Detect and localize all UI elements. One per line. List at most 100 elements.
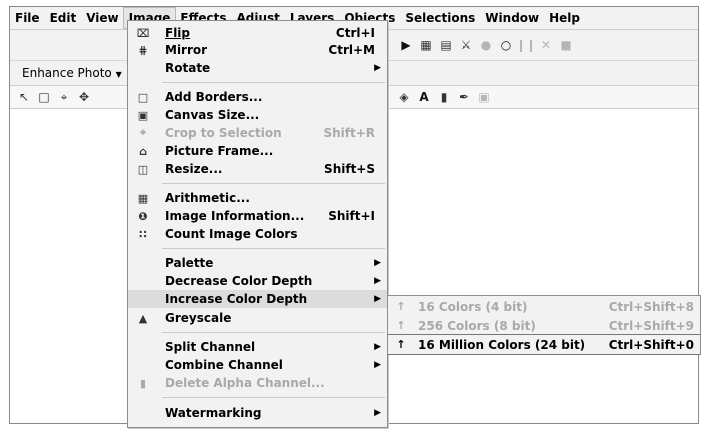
play-icon[interactable]: ▶ <box>398 37 414 53</box>
menu-item-label: Mirror <box>165 43 208 57</box>
menu-item-decrease-color-depth[interactable]: Decrease Color Depth ▶ <box>128 272 387 290</box>
enhance-photo-label: Enhance Photo <box>22 66 112 80</box>
menu-item-label: Arithmetic... <box>165 191 250 205</box>
color-depth-icon: ↑ <box>396 299 406 313</box>
brush-icon[interactable]: ✒ <box>456 89 472 105</box>
menu-item-label: Rotate <box>165 61 211 75</box>
menu-item-rotate[interactable]: Rotate ▶ <box>128 59 387 77</box>
pointer-icon[interactable]: ↖ <box>16 89 32 105</box>
menu-item-add-borders[interactable]: □ Add Borders... <box>128 88 387 106</box>
submenu-arrow-icon: ▶ <box>374 258 381 268</box>
selection-icon[interactable]: □ <box>36 89 52 105</box>
submenu-item-label: 16 Colors (4 bit) <box>418 299 528 314</box>
menu-help[interactable]: Help <box>544 8 585 28</box>
menu-item-combine-channel[interactable]: Combine Channel ▶ <box>128 356 387 374</box>
menu-item-label: Delete Alpha Channel... <box>165 376 325 390</box>
submenu-item-shortcut: Ctrl+Shift+9 <box>608 318 694 333</box>
menu-item-label: Count Image Colors <box>165 227 298 241</box>
menu-item-label: Combine Channel <box>165 358 283 372</box>
menu-item-label: Crop to Selection <box>165 126 282 140</box>
menu-item-label: Image Information... <box>165 209 305 223</box>
alpha-channel-icon: ▮ <box>139 376 147 390</box>
text-icon[interactable]: A <box>416 89 432 105</box>
menu-divider <box>162 183 385 184</box>
menu-item-label: Resize... <box>165 162 223 176</box>
submenu-arrow-icon: ▶ <box>374 342 381 352</box>
move-icon[interactable]: ✥ <box>76 89 92 105</box>
color-depth-icon: ↑ <box>396 337 406 351</box>
script-icon[interactable]: ▦ <box>418 37 434 53</box>
menu-item-split-channel[interactable]: Split Channel ▶ <box>128 338 387 356</box>
submenu-item-256-colors[interactable]: ↑ 256 Colors (8 bit) Ctrl+Shift+9 <box>388 316 700 335</box>
menu-item-label: Increase Color Depth <box>165 292 308 306</box>
menu-item-watermarking[interactable]: Watermarking ▶ <box>128 404 387 422</box>
menu-item-delete-alpha-channel[interactable]: ▮ Delete Alpha Channel... <box>128 374 387 392</box>
increase-color-depth-submenu: ↑ 16 Colors (4 bit) Ctrl+Shift+8 ↑ 256 C… <box>387 295 701 355</box>
flip-icon: ⌧ <box>136 26 150 40</box>
crop-tool-icon[interactable]: ⌖ <box>56 89 72 105</box>
cancel-icon[interactable]: ✕ <box>538 37 554 53</box>
dropdown-arrow-icon: ▼ <box>115 70 122 79</box>
menu-item-palette[interactable]: Palette ▶ <box>128 254 387 272</box>
picture-frame-icon: ⌂ <box>139 144 147 158</box>
submenu-arrow-icon: ▶ <box>374 276 381 286</box>
record-icon[interactable]: ○ <box>498 37 514 53</box>
menu-view[interactable]: View <box>81 8 123 28</box>
menu-item-shortcut: Ctrl+I <box>335 26 375 40</box>
menu-item-shortcut: Shift+R <box>323 126 375 140</box>
menu-item-label: Picture Frame... <box>165 144 274 158</box>
menu-divider <box>162 332 385 333</box>
menu-item-crop-to-selection[interactable]: ⌖ Crop to Selection Shift+R <box>128 124 387 142</box>
menu-item-resize[interactable]: ◫ Resize... Shift+S <box>128 160 387 178</box>
eraser-icon[interactable]: ▮ <box>436 89 452 105</box>
submenu-item-label: 256 Colors (8 bit) <box>418 318 536 333</box>
color-depth-icon: ↑ <box>396 318 406 332</box>
greyscale-icon: ▲ <box>138 311 148 325</box>
script-list-icon[interactable]: ▤ <box>438 37 454 53</box>
submenu-item-16-million-colors[interactable]: ↑ 16 Million Colors (24 bit) Ctrl+Shift+… <box>388 334 700 355</box>
menu-item-label: Canvas Size... <box>165 108 260 122</box>
stop-icon[interactable]: ■ <box>558 37 574 53</box>
menu-item-shortcut: Ctrl+M <box>328 43 375 57</box>
record-disabled-icon[interactable]: ● <box>478 37 494 53</box>
image-menu: ⌧ Flip Ctrl+I ⋕ Mirror Ctrl+M Rotate ▶ □… <box>127 20 388 428</box>
enhance-photo-dropdown[interactable]: Enhance Photo ▼ <box>22 65 122 81</box>
menu-divider <box>162 82 385 83</box>
menu-item-label: Add Borders... <box>165 90 263 104</box>
count-colors-icon: ∷ <box>139 227 147 241</box>
fill-icon[interactable]: ◈ <box>396 89 412 105</box>
menu-item-image-information[interactable]: ❶ Image Information... Shift+I <box>128 207 387 225</box>
pause-icon[interactable]: ❙❙ <box>516 37 536 53</box>
menu-edit[interactable]: Edit <box>45 8 82 28</box>
menu-item-arithmetic[interactable]: ▦ Arithmetic... <box>128 189 387 207</box>
submenu-item-label: 16 Million Colors (24 bit) <box>418 337 586 352</box>
menu-file[interactable]: File <box>10 8 45 28</box>
menu-item-canvas-size[interactable]: ▣ Canvas Size... <box>128 106 387 124</box>
menu-item-label: Split Channel <box>165 340 256 354</box>
menu-item-shortcut: Shift+I <box>328 209 375 223</box>
submenu-item-16-colors[interactable]: ↑ 16 Colors (4 bit) Ctrl+Shift+8 <box>388 297 700 316</box>
submenu-arrow-icon: ▶ <box>374 63 381 73</box>
menu-item-mirror[interactable]: ⋕ Mirror Ctrl+M <box>128 41 387 59</box>
menu-item-increase-color-depth[interactable]: Increase Color Depth ▶ <box>128 290 387 308</box>
menu-item-shortcut: Shift+S <box>324 162 375 176</box>
crop-icon: ⌖ <box>139 126 147 139</box>
run-script-icon[interactable]: ⚔ <box>458 37 474 53</box>
menu-item-greyscale[interactable]: ▲ Greyscale <box>128 309 387 327</box>
menu-item-picture-frame[interactable]: ⌂ Picture Frame... <box>128 142 387 160</box>
menu-window[interactable]: Window <box>480 8 544 28</box>
menu-item-label: Palette <box>165 256 214 270</box>
menu-item-label: Decrease Color Depth <box>165 274 313 288</box>
menu-item-count-image-colors[interactable]: ∷ Count Image Colors <box>128 225 387 243</box>
add-borders-icon: □ <box>137 90 149 104</box>
menu-divider <box>162 248 385 249</box>
resize-icon: ◫ <box>137 162 149 176</box>
scratch-remover-icon[interactable]: ▣ <box>476 89 492 105</box>
info-icon: ❶ <box>138 209 148 223</box>
menu-item-label: Greyscale <box>165 311 232 325</box>
menu-selections[interactable]: Selections <box>400 8 480 28</box>
menu-item-flip[interactable]: ⌧ Flip Ctrl+I <box>128 24 387 42</box>
menu-item-label: Flip <box>165 26 191 40</box>
mirror-icon: ⋕ <box>138 43 148 57</box>
menu-divider <box>162 397 385 398</box>
